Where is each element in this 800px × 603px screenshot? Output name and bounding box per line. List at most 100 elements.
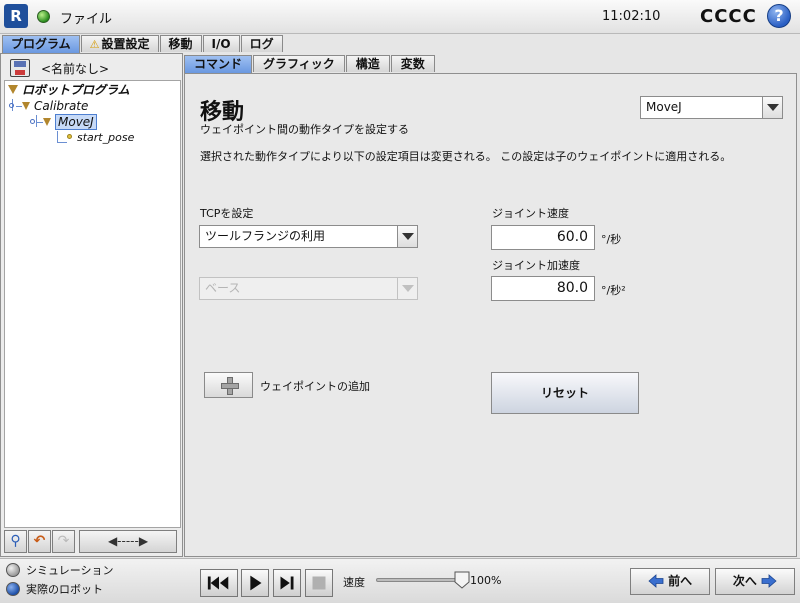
play-button[interactable] xyxy=(241,569,269,597)
tree-node-movej[interactable]: MoveJ xyxy=(30,114,97,130)
plus-icon xyxy=(221,377,239,395)
tree-node-root[interactable]: ロボットプログラム xyxy=(8,82,130,98)
tree-node-root-label: ロボットプログラム xyxy=(22,83,130,97)
tree-node-movej-label: MoveJ xyxy=(55,114,97,130)
tcp-select[interactable]: ツールフランジの利用 xyxy=(199,225,418,248)
feature-value: ベース xyxy=(205,281,241,295)
speed-value: 100% xyxy=(470,574,502,587)
ur-logo: R xyxy=(4,4,28,28)
speed-label: 速度 xyxy=(343,576,365,589)
tab-structure[interactable]: 構造 xyxy=(345,55,390,72)
arrow-left-icon xyxy=(648,574,664,588)
simulation-label: シミュレーション xyxy=(26,564,114,577)
tcp-label: TCPを設定 xyxy=(200,207,254,220)
robot-status-icon xyxy=(37,10,50,23)
tab-program-label: プログラム xyxy=(11,37,71,51)
chevron-down-icon xyxy=(762,97,782,118)
undo-button[interactable]: ↶ xyxy=(28,530,51,553)
move-arrows-icon: ◀-----▶ xyxy=(107,534,149,548)
page-description: 選択された動作タイプにより以下の設定項目は変更される。 この設定は子のウェイポイ… xyxy=(200,150,732,163)
expand-triangle-icon xyxy=(43,118,51,126)
step-button[interactable] xyxy=(273,569,301,597)
clock: 11:02:10 xyxy=(602,9,661,24)
tree-toolbar: ⚲ ↶ ↷ ◀-----▶ xyxy=(4,530,178,554)
tree-node-calibrate[interactable]: Calibrate xyxy=(9,98,88,114)
tree-node-start-pose[interactable]: start_pose xyxy=(67,130,134,146)
chevron-down-icon xyxy=(397,278,417,299)
command-panel: 移動 ウェイポイント間の動作タイプを設定する 選択された動作タイプにより以下の設… xyxy=(184,73,797,557)
stop-button[interactable] xyxy=(305,569,333,597)
save-icon[interactable] xyxy=(10,59,30,77)
joint-accel-label: ジョイント加速度 xyxy=(492,259,580,272)
program-tree: ロボットプログラム Calibrate MoveJ start_pose xyxy=(4,80,181,528)
tab-program[interactable]: プログラム xyxy=(2,35,80,53)
expand-triangle-icon xyxy=(8,85,18,94)
joint-accel-unit: °/秒² xyxy=(601,284,626,297)
arrow-right-icon xyxy=(761,574,777,588)
tree-line xyxy=(57,142,67,143)
redo-button[interactable]: ↷ xyxy=(52,530,75,553)
joint-speed-label: ジョイント速度 xyxy=(492,207,569,220)
help-icon[interactable]: ? xyxy=(767,4,791,28)
program-name: <名前なし> xyxy=(41,62,110,76)
robot-name: CCCC xyxy=(700,6,757,27)
radio-selected-icon xyxy=(6,582,20,596)
step-icon xyxy=(280,576,294,590)
tab-installation[interactable]: ⚠ 設置設定 xyxy=(80,35,159,52)
tab-command[interactable]: コマンド xyxy=(184,55,253,73)
add-waypoint-button[interactable] xyxy=(204,372,253,398)
waypoint-dot-icon xyxy=(67,134,72,139)
tab-io-label: I/O xyxy=(211,37,231,51)
expand-triangle-icon xyxy=(22,102,30,110)
tab-variables-label: 変数 xyxy=(400,57,425,71)
tab-graphics-label: グラフィック xyxy=(263,57,335,71)
tab-installation-label: 設置設定 xyxy=(101,37,150,51)
branch-dot-icon xyxy=(30,119,35,124)
real-robot-radio[interactable]: 実際のロボット xyxy=(6,582,103,598)
joint-speed-unit: °/秒 xyxy=(601,233,622,246)
play-icon xyxy=(250,575,262,591)
tab-io[interactable]: I/O xyxy=(202,35,240,52)
real-robot-label: 実際のロボット xyxy=(26,583,103,596)
main-tabs: プログラム ⚠ 設置設定 移動 I/O ログ xyxy=(2,35,284,53)
speed-slider[interactable] xyxy=(376,578,464,582)
tree-node-start-pose-label: start_pose xyxy=(77,131,135,144)
feature-select[interactable]: ベース xyxy=(199,277,418,300)
page-subtitle: ウェイポイント間の動作タイプを設定する xyxy=(200,123,409,136)
move-type-value: MoveJ xyxy=(646,100,682,114)
undo-icon: ↶ xyxy=(33,533,46,549)
tab-move[interactable]: 移動 xyxy=(159,35,202,52)
search-button[interactable]: ⚲ xyxy=(4,530,27,553)
tcp-value: ツールフランジの利用 xyxy=(205,229,326,243)
tab-command-label: コマンド xyxy=(194,57,243,71)
tab-graphics[interactable]: グラフィック xyxy=(253,55,345,72)
reset-button[interactable]: リセット xyxy=(491,372,639,414)
stop-icon xyxy=(312,576,326,590)
sub-tabs: コマンド グラフィック 構造 変数 xyxy=(184,55,436,73)
chevron-down-icon xyxy=(397,226,417,247)
bottom-bar: シミュレーション 実際のロボット 速度 100% 前へ 次へ xyxy=(0,558,800,603)
joint-accel-input[interactable]: 80.0 xyxy=(491,276,595,301)
simulation-radio[interactable]: シミュレーション xyxy=(6,563,114,579)
prev-label: 前へ xyxy=(668,574,693,588)
tab-log-label: ログ xyxy=(249,37,274,51)
rewind-button[interactable] xyxy=(200,569,238,597)
tab-move-label: 移動 xyxy=(168,37,193,51)
joint-speed-input[interactable]: 60.0 xyxy=(491,225,595,250)
move-type-select[interactable]: MoveJ xyxy=(640,96,783,119)
branch-dot-icon xyxy=(9,103,14,108)
tab-variables[interactable]: 変数 xyxy=(390,55,435,72)
cut-paste-button[interactable]: ◀-----▶ xyxy=(79,530,177,553)
prev-button[interactable]: 前へ xyxy=(630,568,710,595)
add-waypoint-label: ウェイポイントの追加 xyxy=(260,380,370,393)
program-tree-panel: <名前なし> ロボットプログラム Calibrate MoveJ start_p… xyxy=(0,53,183,557)
rewind-icon xyxy=(207,576,229,590)
top-bar: R ファイル 11:02:10 CCCC ? xyxy=(0,0,800,34)
file-menu[interactable]: ファイル xyxy=(60,8,112,27)
next-button[interactable]: 次へ xyxy=(715,568,795,595)
magnifier-icon: ⚲ xyxy=(10,533,21,549)
tree-node-calibrate-label: Calibrate xyxy=(34,99,89,113)
tab-log[interactable]: ログ xyxy=(240,35,283,52)
speed-slider-thumb[interactable] xyxy=(454,571,470,589)
tab-structure-label: 構造 xyxy=(355,57,380,71)
